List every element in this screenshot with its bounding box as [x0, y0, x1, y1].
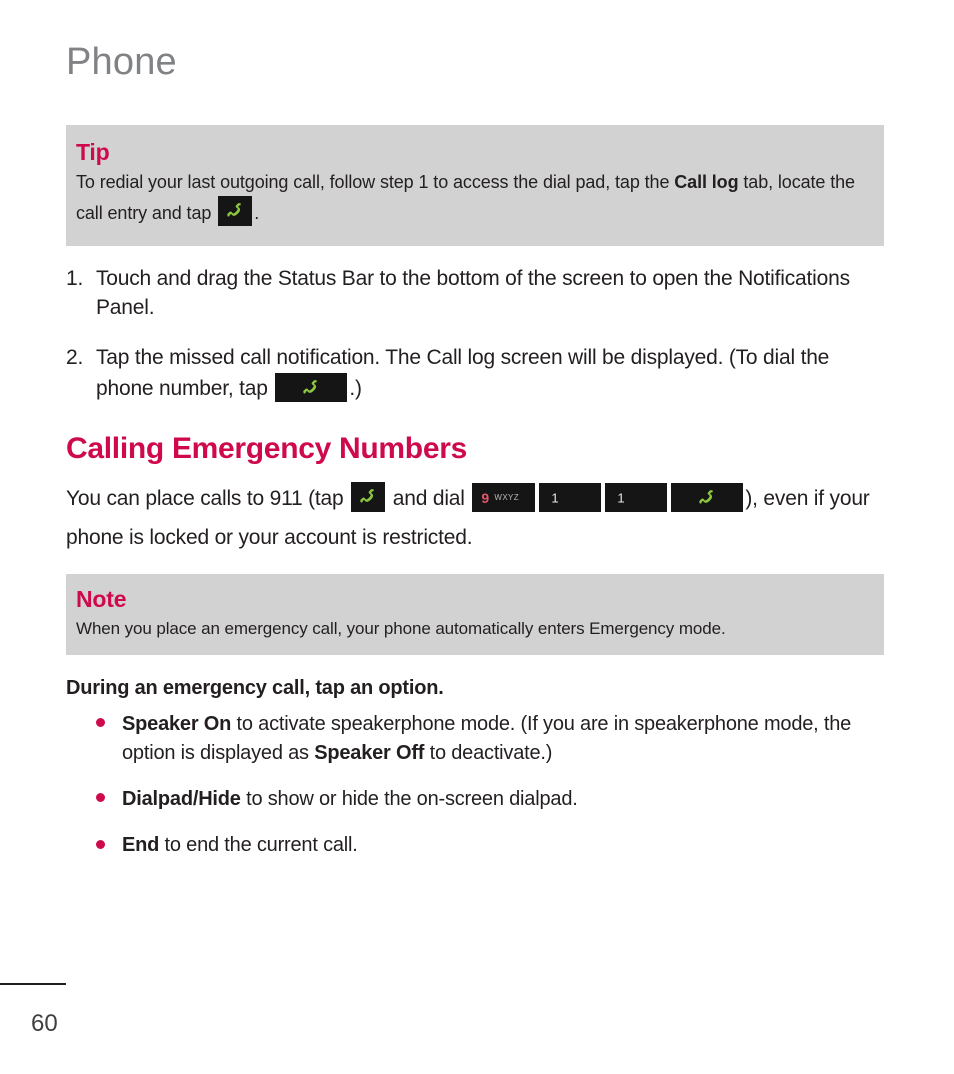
bullet-2-bold-1: Dialpad/Hide: [122, 787, 241, 810]
bullet-1-bold-1: Speaker On: [122, 713, 232, 736]
dialpad-key-9-letters: WXYZ: [494, 493, 520, 503]
bullet-dot-icon: [96, 831, 122, 859]
green-phone-handset-icon[interactable]: [218, 195, 253, 226]
bullet-text: End to end the current call.: [122, 831, 884, 859]
emergency-paragraph: You can place calls to 911 (tap and dial…: [66, 480, 884, 558]
dialpad-key-1-icon[interactable]: 1: [539, 483, 602, 513]
step-item-1: 1. Touch and drag the Status Bar to the …: [66, 264, 884, 324]
dialpad-key-1-digit: 1: [617, 490, 625, 506]
dialpad-key-1-icon[interactable]: 1: [605, 483, 668, 513]
list-item: Speaker On to activate speakerphone mode…: [66, 710, 884, 767]
dialpad-key-1-digit: 1: [551, 490, 559, 506]
bullet-1-text-2: to deactivate.): [424, 741, 553, 764]
bullet-dot-icon: [96, 710, 122, 767]
page-title: Phone: [66, 41, 177, 83]
emergency-text-part-1: You can place calls to 911 (tap: [66, 487, 350, 511]
list-item: Dialpad/Hide to show or hide the on-scre…: [66, 785, 884, 813]
section-heading-calling-emergency-numbers: Calling Emergency Numbers: [66, 431, 467, 465]
step-item-2: 2. Tap the missed call notification. The…: [66, 343, 884, 404]
bullet-3-bold-1: End: [122, 834, 160, 857]
page-number: 60: [31, 1010, 58, 1037]
numbered-steps-list: 1. Touch and drag the Status Bar to the …: [66, 264, 884, 404]
bullet-dot-icon: [96, 785, 122, 813]
list-item: End to end the current call.: [66, 831, 884, 859]
tip-text-part-1: To redial your last outgoing call, follo…: [76, 172, 675, 193]
step-number-1: 1.: [66, 266, 84, 290]
step-2-text-part-1: Tap the missed call notification. The Ca…: [96, 346, 830, 401]
step-2-text-part-2: .): [349, 377, 362, 401]
emergency-text-part-2: and dial: [387, 487, 471, 511]
green-phone-handset-icon[interactable]: [351, 482, 386, 513]
bullet-text: Dialpad/Hide to show or hide the on-scre…: [122, 785, 884, 813]
bullet-1-bold-2: Speaker Off: [314, 741, 425, 764]
note-callout-body: When you place an emergency call, your p…: [76, 618, 726, 638]
footer-divider: [0, 983, 66, 985]
document-page: Phone Tip To redial your last outgoing c…: [0, 0, 954, 1074]
tip-callout: Tip To redial your last outgoing call, f…: [66, 125, 884, 246]
note-callout-title: Note: [76, 586, 127, 613]
dialpad-key-9-digit: 9: [481, 489, 489, 506]
tip-text-part-3: .: [254, 202, 260, 223]
bullet-text: Speaker On to activate speakerphone mode…: [122, 710, 884, 767]
options-bullet-list: Speaker On to activate speakerphone mode…: [66, 710, 884, 860]
step-number-2: 2.: [66, 346, 84, 370]
green-phone-handset-icon[interactable]: [671, 483, 744, 513]
step-text-2: Tap the missed call notification. The Ca…: [96, 343, 884, 404]
tip-bold-call-log: Call log: [674, 172, 739, 193]
green-phone-handset-icon[interactable]: [275, 373, 348, 403]
tip-callout-title: Tip: [76, 139, 110, 165]
tip-callout-body: To redial your last outgoing call, follo…: [76, 169, 866, 226]
bullet-3-text-1: to end the current call.: [159, 834, 358, 857]
page-content: Tip To redial your last outgoing call, f…: [66, 125, 884, 878]
step-text-1: Touch and drag the Status Bar to the bot…: [96, 266, 850, 320]
note-callout: Note When you place an emergency call, y…: [66, 574, 884, 656]
dialpad-key-9-icon[interactable]: 9 WXYZ: [472, 483, 536, 513]
options-intro-text: During an emergency call, tap an option.: [66, 677, 444, 700]
bullet-2-text-1: to show or hide the on-screen dialpad.: [240, 787, 578, 810]
